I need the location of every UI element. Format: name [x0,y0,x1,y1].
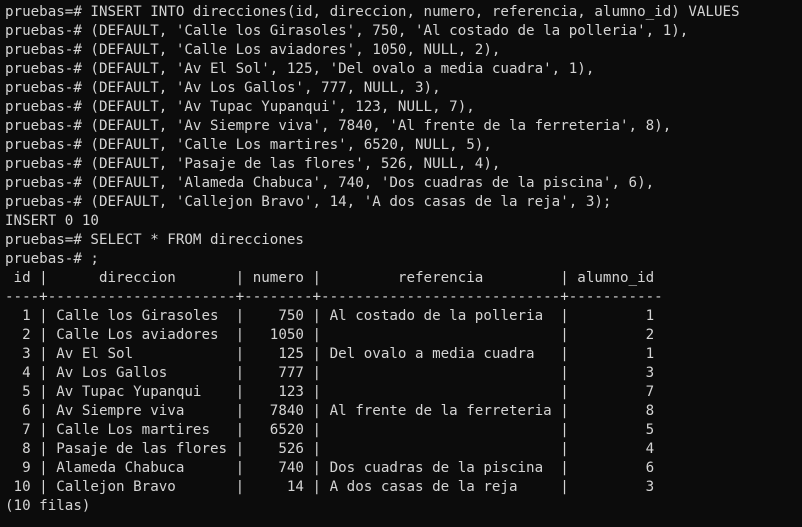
insert-line: pruebas-# (DEFAULT, 'Calle los Girasoles… [5,23,689,39]
insert-line: pruebas-# (DEFAULT, 'Av Los Gallos', 777… [5,80,441,96]
table-header: id | direccion | numero | referencia | a… [5,270,655,286]
insert-result: INSERT 0 10 [5,213,99,229]
insert-line: pruebas-# (DEFAULT, 'Av Siempre viva', 7… [5,118,672,134]
table-row: 6 | Av Siempre viva | 7840 | Al frente d… [5,403,655,419]
insert-line: pruebas-# (DEFAULT, 'Av El Sol', 125, 'D… [5,61,595,77]
select-line: pruebas=# SELECT * FROM direcciones [5,232,304,248]
table-row: 10 | Callejon Bravo | 14 | A dos casas d… [5,479,655,495]
table-row: 5 | Av Tupac Yupanqui | 123 | | 7 [5,384,655,400]
table-separator: ----+----------------------+--------+---… [5,289,663,305]
table-footer: (10 filas) [5,498,91,514]
table-row: 2 | Calle Los aviadores | 1050 | | 2 [5,327,655,343]
insert-line: pruebas-# (DEFAULT, 'Calle Los aviadores… [5,42,501,58]
table-row: 1 | Calle los Girasoles | 750 | Al costa… [5,308,655,324]
table-row: 8 | Pasaje de las flores | 526 | | 4 [5,441,655,457]
insert-line: pruebas-# (DEFAULT, 'Callejon Bravo', 14… [5,194,612,210]
table-row: 7 | Calle Los martires | 6520 | | 5 [5,422,655,438]
insert-line: pruebas-# (DEFAULT, 'Pasaje de las flore… [5,156,501,172]
insert-line: pruebas-# (DEFAULT, 'Av Tupac Yupanqui',… [5,99,475,115]
select-line: pruebas-# ; [5,251,99,267]
table-row: 4 | Av Los Gallos | 777 | | 3 [5,365,655,381]
insert-line: pruebas-# (DEFAULT, 'Alameda Chabuca', 7… [5,175,655,191]
table-row: 9 | Alameda Chabuca | 740 | Dos cuadras … [5,460,655,476]
table-row: 3 | Av El Sol | 125 | Del ovalo a media … [5,346,655,362]
terminal-window[interactable]: pruebas=# INSERT INTO direcciones(id, di… [0,0,802,527]
insert-line: pruebas-# (DEFAULT, 'Calle Los martires'… [5,137,492,153]
insert-line: pruebas=# INSERT INTO direcciones(id, di… [5,4,740,20]
